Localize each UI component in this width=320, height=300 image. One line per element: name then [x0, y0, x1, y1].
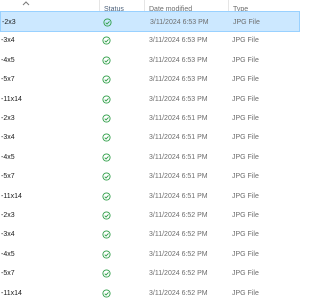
synced-check-icon	[102, 153, 111, 162]
synced-check-icon	[103, 18, 112, 27]
file-date-modified: 3/11/2024 6:53 PM	[149, 37, 208, 45]
file-type: JPG File	[232, 134, 259, 142]
file-row[interactable]: -2x3 3/11/2024 6:52 PM JPG File	[0, 205, 300, 226]
file-row[interactable]: -3x4 3/11/2024 6:53 PM JPG File	[0, 30, 300, 51]
file-name: -4x5	[1, 250, 15, 258]
file-name: -5x7	[1, 270, 15, 278]
file-date-modified: 3/11/2024 6:51 PM	[149, 192, 208, 200]
file-date-modified: 3/11/2024 6:51 PM	[149, 153, 208, 161]
file-type: JPG File	[232, 173, 259, 181]
file-type: JPG File	[232, 289, 259, 297]
file-name: -4x5	[1, 56, 15, 64]
file-row[interactable]: -3x4 3/11/2024 6:51 PM JPG File	[0, 127, 300, 148]
file-name: -2x3	[1, 115, 15, 122]
file-list-view: Status Date modified Type -2x3 3/11/2024 …	[0, 0, 300, 300]
file-type: JPG File	[232, 115, 259, 122]
synced-check-icon	[102, 269, 111, 278]
sync-status-cell	[102, 244, 114, 265]
synced-check-icon	[102, 75, 111, 84]
file-date-modified: 3/11/2024 6:53 PM	[149, 76, 208, 84]
synced-check-icon	[102, 56, 111, 65]
file-name: -4x5	[1, 153, 15, 161]
synced-check-icon	[102, 230, 111, 239]
file-type: JPG File	[232, 76, 259, 84]
sync-status-cell	[102, 263, 114, 284]
file-name: -2x3	[1, 212, 15, 219]
file-type: JPG File	[232, 95, 259, 103]
sync-status-cell	[102, 69, 114, 90]
file-date-modified: 3/11/2024 6:52 PM	[149, 231, 208, 239]
file-type: JPG File	[232, 270, 259, 278]
synced-check-icon	[102, 289, 111, 298]
file-date-modified: 3/11/2024 6:52 PM	[149, 289, 208, 297]
file-name: -5x7	[1, 76, 15, 84]
file-row[interactable]: -5x7 3/11/2024 6:53 PM JPG File	[0, 69, 300, 90]
file-type: JPG File	[232, 56, 259, 64]
synced-check-icon	[102, 211, 111, 220]
file-row[interactable]: -4x5 3/11/2024 6:53 PM JPG File	[0, 50, 300, 71]
file-type: JPG File	[232, 212, 259, 219]
file-type: JPG File	[232, 231, 259, 239]
file-name: -11x14	[1, 192, 22, 200]
file-date-modified: 3/11/2024 6:52 PM	[149, 250, 208, 258]
sync-status-cell	[102, 127, 114, 148]
file-name: -11x14	[1, 95, 22, 103]
synced-check-icon	[102, 133, 111, 142]
file-date-modified: 3/11/2024 6:53 PM	[149, 95, 208, 103]
file-date-modified: 3/11/2024 6:52 PM	[149, 270, 208, 278]
file-row[interactable]: -2x3 3/11/2024 6:51 PM JPG File	[0, 108, 300, 129]
file-row[interactable]: -4x5 3/11/2024 6:51 PM JPG File	[0, 147, 300, 168]
file-row[interactable]: -2x3 3/11/2024 6:53 PM JPG File	[0, 11, 300, 32]
file-name: -5x7	[1, 173, 15, 181]
file-row[interactable]: -5x7 3/11/2024 6:51 PM JPG File	[0, 166, 300, 187]
synced-check-icon	[102, 95, 111, 104]
file-name: -3x4	[1, 134, 15, 142]
sync-status-cell	[102, 50, 114, 71]
file-date-modified: 3/11/2024 6:52 PM	[149, 212, 208, 219]
sync-status-cell	[102, 205, 114, 226]
file-row[interactable]: -11x14 3/11/2024 6:52 PM JPG File	[0, 283, 300, 300]
file-type: JPG File	[232, 192, 259, 200]
file-name: -3x4	[1, 231, 15, 239]
file-name: -11x14	[1, 289, 22, 297]
synced-check-icon	[102, 172, 111, 181]
file-type: JPG File	[232, 250, 259, 258]
file-date-modified: 3/11/2024 6:53 PM	[149, 56, 208, 64]
file-row[interactable]: -11x14 3/11/2024 6:51 PM JPG File	[0, 186, 300, 207]
file-row[interactable]: -4x5 3/11/2024 6:52 PM JPG File	[0, 244, 300, 265]
synced-check-icon	[102, 250, 111, 259]
file-type: JPG File	[232, 153, 259, 161]
file-date-modified: 3/11/2024 6:51 PM	[149, 173, 208, 181]
sync-status-cell	[102, 89, 114, 110]
synced-check-icon	[102, 36, 111, 45]
file-row[interactable]: -11x14 3/11/2024 6:53 PM JPG File	[0, 89, 300, 110]
sync-status-cell	[102, 166, 114, 187]
file-type: JPG File	[232, 37, 259, 45]
sync-status-cell	[102, 30, 114, 51]
file-date-modified: 3/11/2024 6:51 PM	[149, 134, 208, 142]
sync-status-cell	[102, 224, 114, 245]
sync-status-cell	[102, 108, 114, 129]
sync-status-cell	[102, 147, 114, 168]
sync-status-cell	[102, 283, 114, 300]
sync-status-cell	[102, 186, 114, 207]
chevron-up-icon[interactable]	[22, 0, 30, 6]
file-date-modified: 3/11/2024 6:51 PM	[149, 115, 208, 122]
file-name: -3x4	[1, 37, 15, 45]
synced-check-icon	[102, 114, 111, 123]
synced-check-icon	[102, 192, 111, 201]
file-row[interactable]: -5x7 3/11/2024 6:52 PM JPG File	[0, 263, 300, 284]
file-row[interactable]: -3x4 3/11/2024 6:52 PM JPG File	[0, 224, 300, 245]
